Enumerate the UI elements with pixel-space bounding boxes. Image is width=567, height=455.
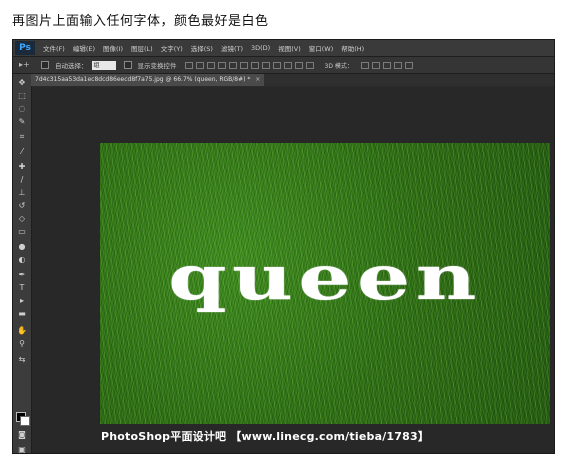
menu-file[interactable]: 文件(F) [39,43,69,53]
menu-view[interactable]: 视图(V) [274,43,305,53]
grass-image-canvas[interactable]: queen [100,143,550,424]
close-icon[interactable]: × [255,76,260,83]
queen-text-layer[interactable]: queen [100,241,550,314]
3d-slide-icon[interactable] [393,61,402,69]
3d-drag-icon[interactable] [382,61,391,69]
menu-filter[interactable]: 滤镜(T) [217,43,247,53]
distribute-left-icon[interactable] [283,61,292,69]
swap-colors-icon[interactable]: ⇆ [16,354,28,365]
screen-mode-icon[interactable]: ▣ [16,444,28,455]
align-left-icon[interactable] [217,61,226,69]
quick-mask-icon[interactable]: ◙ [16,429,28,440]
distribute-right-icon[interactable] [305,61,314,69]
auto-select-dropdown[interactable]: 组 [91,60,116,70]
hand-icon[interactable]: ✋ [16,325,28,336]
distribute-center-icon[interactable] [294,61,303,69]
align-right-icon[interactable] [239,61,248,69]
transform-controls-label: 显示变换控件 [137,62,177,70]
align-center-icon[interactable] [228,61,237,69]
document-tab[interactable]: 7d4c315aa53da1ec8dcd86eecd8f7a75.jpg @ 6… [31,74,265,86]
eyedropper-icon[interactable]: ⁄ [16,146,28,157]
align-middle-icon[interactable] [195,61,204,69]
instruction-text: 再图片上面输入任何字体，颜色最好是白色 [12,14,269,29]
options-bar: ▸+ 自动选择： 组 显示变换控件 3D 模式： [13,57,554,74]
path-select-icon[interactable]: ▸ [16,295,28,306]
menu-layer[interactable]: 图层(L) [127,43,157,53]
photoshop-window: Ps 文件(F) 编辑(E) 图像(I) 图层(L) 文字(Y) 选择(S) 滤… [12,39,555,454]
align-bottom-icon[interactable] [206,61,215,69]
menu-help[interactable]: 帮助(H) [337,43,368,53]
document-tab-bar: 7d4c315aa53da1ec8dcd86eecd8f7a75.jpg @ 6… [31,74,554,86]
photoshop-logo: Ps [15,41,35,55]
transform-controls-checkbox[interactable] [123,61,132,69]
align-buttons [184,61,317,69]
distribute-middle-icon[interactable] [261,61,270,69]
healing-icon[interactable]: ✚ [16,161,28,172]
menu-image[interactable]: 图像(I) [99,43,127,53]
menu-window[interactable]: 窗口(W) [305,43,338,53]
menu-bar: Ps 文件(F) 编辑(E) 图像(I) 图层(L) 文字(Y) 选择(S) 滤… [13,40,554,57]
shape-icon[interactable]: ▬ [16,308,28,319]
type-icon[interactable]: T [16,282,28,293]
zoom-icon[interactable]: ⚲ [16,338,28,349]
menu-type[interactable]: 文字(Y) [157,43,187,53]
auto-select-checkbox[interactable] [41,61,49,69]
canvas-area[interactable]: queen [32,87,554,453]
move-tool-preset-icon[interactable]: ▸+ [19,60,33,70]
eraser-icon[interactable]: ◇ [16,213,28,224]
blur-icon[interactable]: ● [16,241,28,252]
menu-3d[interactable]: 3D(D) [247,44,274,52]
distribute-bottom-icon[interactable] [272,61,281,69]
watermark-text: PhotoShop平面设计吧 【www.linecg.com/tieba/178… [101,430,430,443]
move-icon[interactable]: ✥ [16,77,28,88]
distribute-top-icon[interactable] [250,61,259,69]
marquee-icon[interactable]: ⬚ [16,90,28,101]
menu-edit[interactable]: 编辑(E) [69,43,99,53]
history-brush-icon[interactable]: ↺ [16,200,28,211]
tools-panel: ✥ ⬚ ◌ ✎ ⌗ ⁄ ✚ ∕ ⊥ ↺ ◇ ▭ ● ◐ ✒ T ▸ ▬ ✋ ⚲ … [13,74,32,455]
gradient-icon[interactable]: ▭ [16,226,28,237]
quick-select-icon[interactable]: ✎ [16,116,28,127]
3d-rotate-icon[interactable] [360,61,369,69]
crop-icon[interactable]: ⌗ [16,131,28,142]
menu-select[interactable]: 选择(S) [187,43,217,53]
3d-scale-icon[interactable] [404,61,413,69]
background-color-swatch[interactable] [20,416,30,426]
3d-mode-buttons [360,61,416,69]
document-tab-title: 7d4c315aa53da1ec8dcd86eecd8f7a75.jpg @ 6… [35,76,251,83]
stamp-icon[interactable]: ⊥ [16,187,28,198]
3d-mode-label: 3D 模式： [324,62,353,70]
pen-icon[interactable]: ✒ [16,269,28,280]
lasso-icon[interactable]: ◌ [16,103,28,114]
3d-roll-icon[interactable] [371,61,380,69]
brush-icon[interactable]: ∕ [16,174,28,185]
auto-select-label: 自动选择： [55,62,88,70]
align-top-icon[interactable] [184,61,193,69]
dodge-icon[interactable]: ◐ [16,254,28,265]
